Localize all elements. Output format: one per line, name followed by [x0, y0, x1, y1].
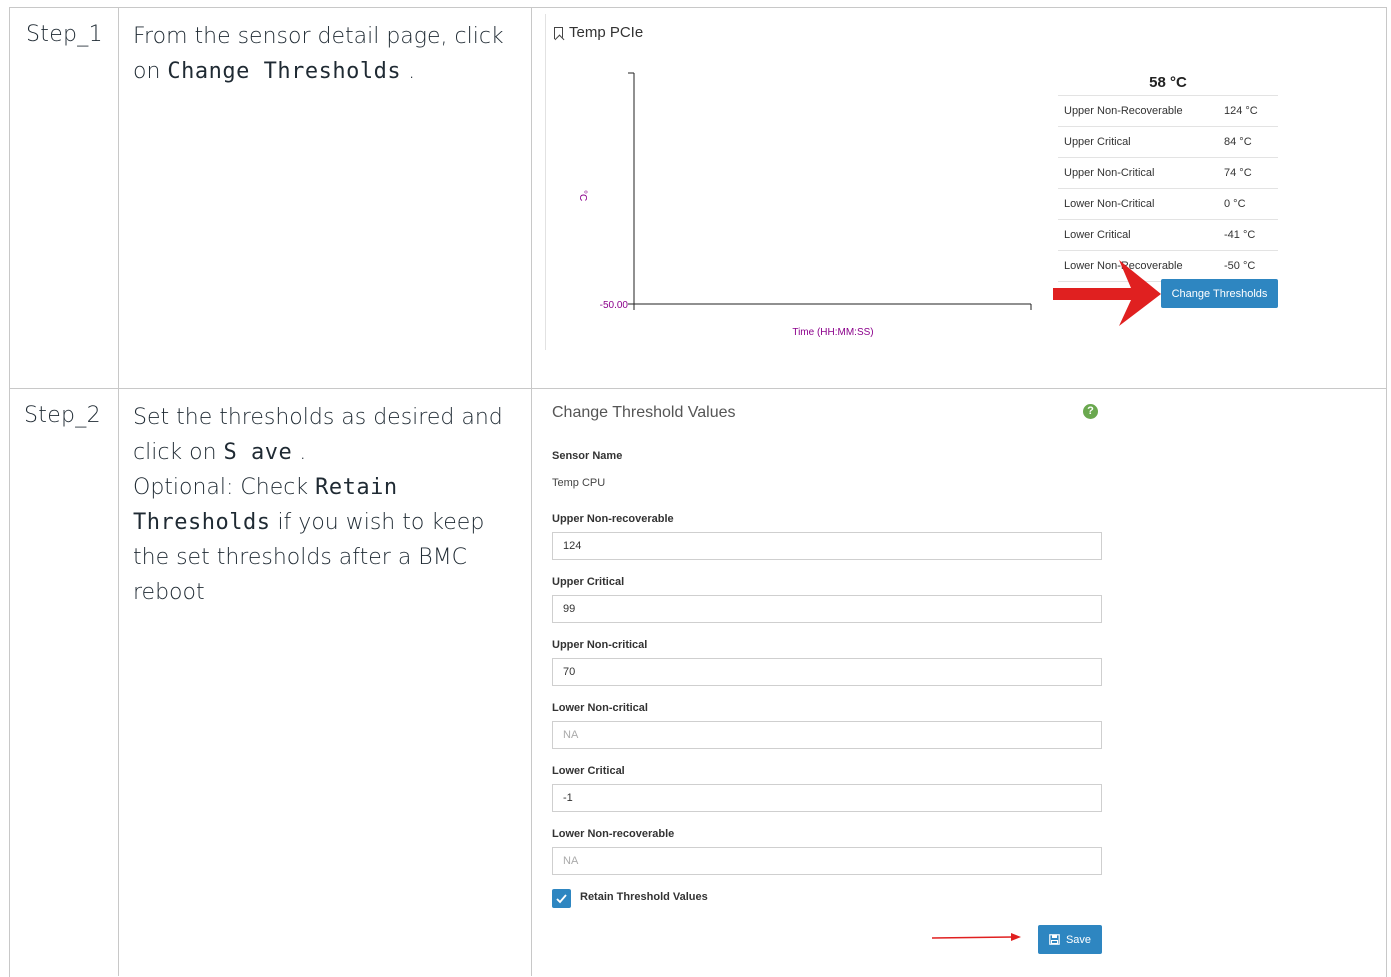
threshold-name: Upper Critical — [1064, 136, 1131, 148]
save-label: Save — [1065, 933, 1092, 946]
change-thresholds-button[interactable]: Change Thresholds — [1161, 279, 1278, 308]
save-button[interactable]: Save — [1038, 925, 1102, 954]
field-label: Upper Critical — [552, 576, 625, 588]
threshold-rows: Upper Non-Recoverable 124 °C Upper Critica… — [1058, 96, 1278, 282]
red-arrow-annotation — [1053, 260, 1161, 326]
current-reading: 58 °C — [1058, 72, 1278, 96]
arrow-head — [1011, 933, 1021, 941]
threshold-value: 0 °C — [1224, 198, 1246, 210]
arrow-line — [931, 936, 1014, 939]
column-divider — [118, 7, 119, 976]
threshold-input[interactable] — [552, 721, 1102, 749]
threshold-name: Upper Non-Recoverable — [1064, 105, 1183, 117]
retain-label: Retain Threshold Values — [580, 891, 708, 903]
desc-line: Set the thresholds as desired and — [133, 405, 503, 430]
help-icon[interactable]: ? — [1083, 404, 1098, 419]
step-label: Step_2 — [24, 403, 101, 428]
field-label: Lower Non-recoverable — [552, 828, 675, 840]
highlighted-term: Retain — [315, 475, 398, 500]
field-label: Lower Critical — [552, 765, 625, 777]
threshold-input[interactable] — [552, 784, 1102, 812]
threshold-table: 58 °C Upper Non-Recoverable 124 °C Upper C… — [1058, 72, 1278, 282]
threshold-row: Lower Non-Critical 0 °C — [1058, 189, 1278, 220]
desc-line: on Change Thresholds . — [133, 59, 416, 84]
threshold-input[interactable] — [552, 847, 1102, 875]
highlighted-term: S ave — [223, 440, 293, 465]
sensor-chart: °C -50.00 Time (HH:MM:SS) — [577, 72, 1032, 338]
step-description: From the sensor detail page, click on Ch… — [133, 19, 528, 89]
threshold-row: Upper Non-Recoverable 124 °C — [1058, 96, 1278, 127]
threshold-input[interactable] — [552, 658, 1102, 686]
retain-checkbox[interactable] — [552, 889, 571, 908]
threshold-row: Upper Critical 84 °C — [1058, 127, 1278, 158]
y-tick-label: -50.00 — [600, 300, 629, 311]
threshold-row: Upper Non-Critical 74 °C — [1058, 158, 1278, 189]
threshold-name: Lower Critical — [1064, 229, 1131, 241]
desc-line: Optional: Check Retain — [133, 475, 398, 500]
threshold-input[interactable] — [552, 532, 1102, 560]
sensor-name-label: Sensor Name — [552, 450, 623, 462]
sensor-detail-panel: Temp PCIe °C -50.00 Time (HH:MM:SS) 58 °… — [545, 14, 1386, 350]
desc-line: click on S ave . — [133, 440, 307, 465]
field-label: Upper Non-recoverable — [552, 513, 674, 525]
desc-line: From the sensor detail page, click — [133, 24, 504, 49]
threshold-name: Upper Non-Critical — [1064, 167, 1155, 179]
desc-line: reboot — [133, 580, 205, 605]
threshold-value: -41 °C — [1224, 229, 1256, 241]
step-label: Step_1 — [26, 22, 103, 47]
threshold-value: 74 °C — [1224, 167, 1252, 179]
y-axis-unit: °C — [577, 190, 588, 201]
threshold-value: 84 °C — [1224, 136, 1252, 148]
threshold-value: -50 °C — [1224, 260, 1256, 272]
floppy-disk-icon — [1049, 934, 1060, 945]
check-icon — [556, 894, 567, 904]
highlighted-term: Change Thresholds — [167, 59, 402, 84]
threshold-row: Lower Critical -41 °C — [1058, 220, 1278, 251]
x-axis-label: Time (HH:MM:SS) — [792, 327, 873, 338]
threshold-name: Lower Non-Critical — [1064, 198, 1155, 210]
field-label: Upper Non-critical — [552, 639, 648, 651]
threshold-value: 124 °C — [1224, 105, 1258, 117]
desc-line: the set thresholds after a BMC — [133, 545, 468, 570]
sensor-name-value: Temp CPU — [552, 477, 606, 489]
step-description: Set the thresholds as desired and click … — [133, 400, 528, 610]
column-divider — [531, 7, 532, 976]
change-threshold-form: Change Threshold Values ? Sensor Name Te… — [545, 396, 1385, 976]
field-label: Lower Non-critical — [552, 702, 648, 714]
red-arrow-annotation — [931, 933, 1021, 941]
row-divider — [9, 388, 1386, 389]
arrow-shape — [1053, 260, 1161, 326]
form-title: Change Threshold Values — [552, 404, 736, 421]
desc-line: Thresholds if you wish to keep — [133, 510, 485, 535]
highlighted-term: Thresholds — [133, 510, 271, 535]
threshold-input[interactable] — [552, 595, 1102, 623]
